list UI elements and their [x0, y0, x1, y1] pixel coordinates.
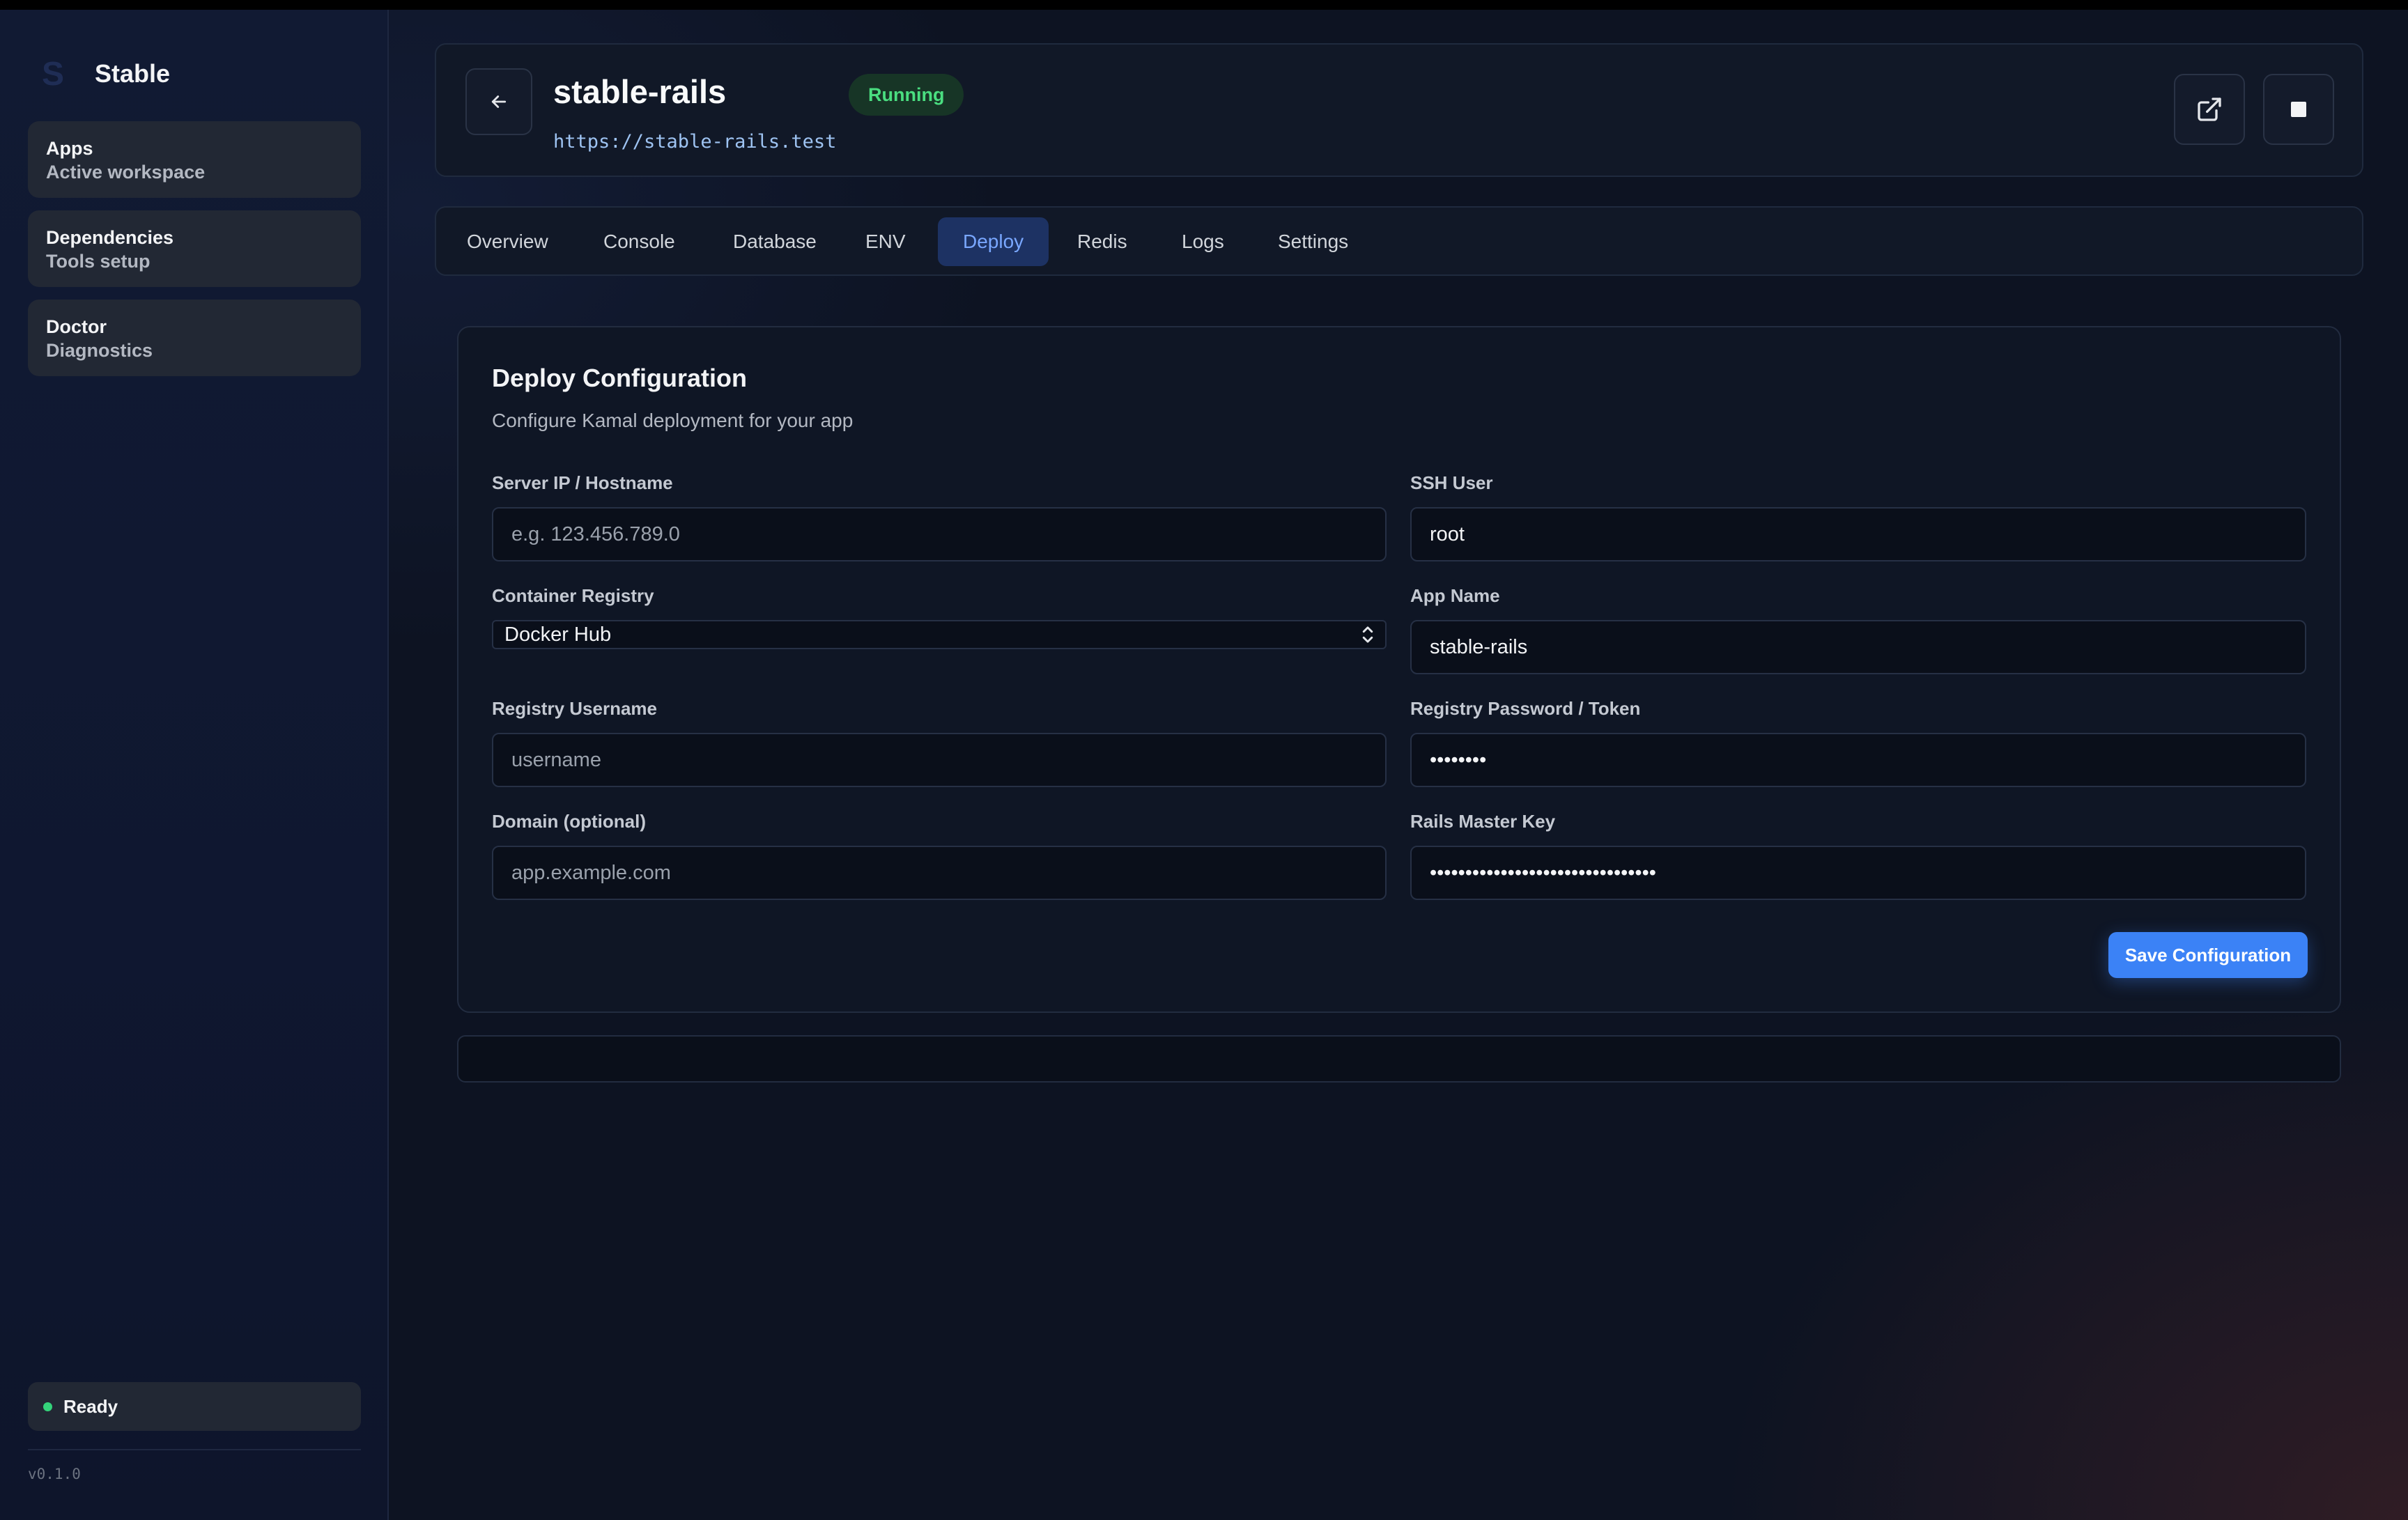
brand: S Stable: [42, 53, 170, 95]
server-hostname-input[interactable]: [492, 507, 1387, 561]
sidebar-item-title: Doctor: [46, 316, 107, 337]
section-subtitle: Configure Kamal deployment for your app: [492, 410, 854, 431]
page-title: stable-rails: [553, 73, 727, 110]
sidebar-item-apps[interactable]: Apps Active workspace: [28, 121, 361, 198]
app-url-link[interactable]: https://stable-rails.test: [553, 131, 836, 153]
tab-logs[interactable]: Logs: [1157, 217, 1249, 266]
deploy-output-panel: [457, 1035, 2341, 1083]
registry-username-input[interactable]: [492, 733, 1387, 787]
tab-settings[interactable]: Settings: [1253, 217, 1373, 266]
app-name-input[interactable]: [1410, 620, 2306, 674]
registry-username-label: Registry Username: [492, 698, 657, 719]
open-in-browser-button[interactable]: [2174, 74, 2245, 145]
sidebar-item-doctor[interactable]: Doctor Diagnostics: [28, 300, 361, 376]
ssh-user-label: SSH User: [1410, 472, 1493, 493]
sidebar-item-title: Apps: [46, 138, 93, 159]
status-indicator: Ready: [28, 1382, 361, 1431]
brand-logo-icon: S: [42, 55, 65, 93]
chevron-up-down-icon: [1362, 626, 1373, 643]
sidebar-item-subtitle: Diagnostics: [46, 340, 153, 361]
sidebar-item-subtitle: Active workspace: [46, 162, 206, 183]
status-badge: Running: [849, 74, 964, 116]
rails-master-key-input[interactable]: [1410, 846, 2306, 900]
ssh-user-input[interactable]: [1410, 507, 2306, 561]
tab-console[interactable]: Console: [578, 217, 700, 266]
version-label: v0.1.0: [28, 1466, 81, 1482]
app-name-label: App Name: [1410, 585, 1500, 606]
container-registry-select[interactable]: Docker Hub: [492, 620, 1387, 649]
tab-overview[interactable]: Overview: [442, 217, 573, 266]
status-dot-icon: [43, 1402, 52, 1411]
brand-name: Stable: [95, 59, 171, 88]
back-button[interactable]: [465, 68, 532, 135]
registry-label: Container Registry: [492, 585, 654, 606]
sidebar-item-dependencies[interactable]: Dependencies Tools setup: [28, 210, 361, 287]
rails-master-key-label: Rails Master Key: [1410, 811, 1556, 832]
tab-redis[interactable]: Redis: [1052, 217, 1152, 266]
save-configuration-button[interactable]: Save Configuration: [2108, 932, 2308, 978]
tab-database[interactable]: Database: [708, 217, 842, 266]
sidebar-item-title: Dependencies: [46, 227, 174, 248]
status-text: Ready: [63, 1395, 118, 1417]
window-top-bar: [0, 0, 2408, 10]
server-label: Server IP / Hostname: [492, 472, 673, 493]
stop-app-button[interactable]: [2263, 74, 2334, 145]
tab-bar: Overview Console Database ENV Deploy Red…: [435, 206, 2363, 276]
sidebar-divider: [28, 1449, 361, 1450]
section-title: Deploy Configuration: [492, 364, 747, 392]
tab-deploy[interactable]: Deploy: [938, 217, 1049, 266]
tab-env[interactable]: ENV: [840, 217, 931, 266]
stop-icon: [2291, 102, 2306, 117]
app-header: stable-rails Running https://stable-rail…: [435, 43, 2363, 177]
registry-password-label: Registry Password / Token: [1410, 698, 1641, 719]
arrow-left-icon: [491, 95, 507, 108]
sidebar-item-subtitle: Tools setup: [46, 251, 150, 272]
domain-label: Domain (optional): [492, 811, 646, 832]
domain-input[interactable]: [492, 846, 1387, 900]
external-link-icon: [2198, 98, 2221, 121]
registry-password-input[interactable]: [1410, 733, 2306, 787]
deploy-configuration-card: Deploy Configuration Configure Kamal dep…: [457, 326, 2341, 1013]
select-value: Docker Hub: [504, 623, 612, 646]
sidebar: S Stable Apps Active workspace Dependenc…: [0, 10, 389, 1520]
